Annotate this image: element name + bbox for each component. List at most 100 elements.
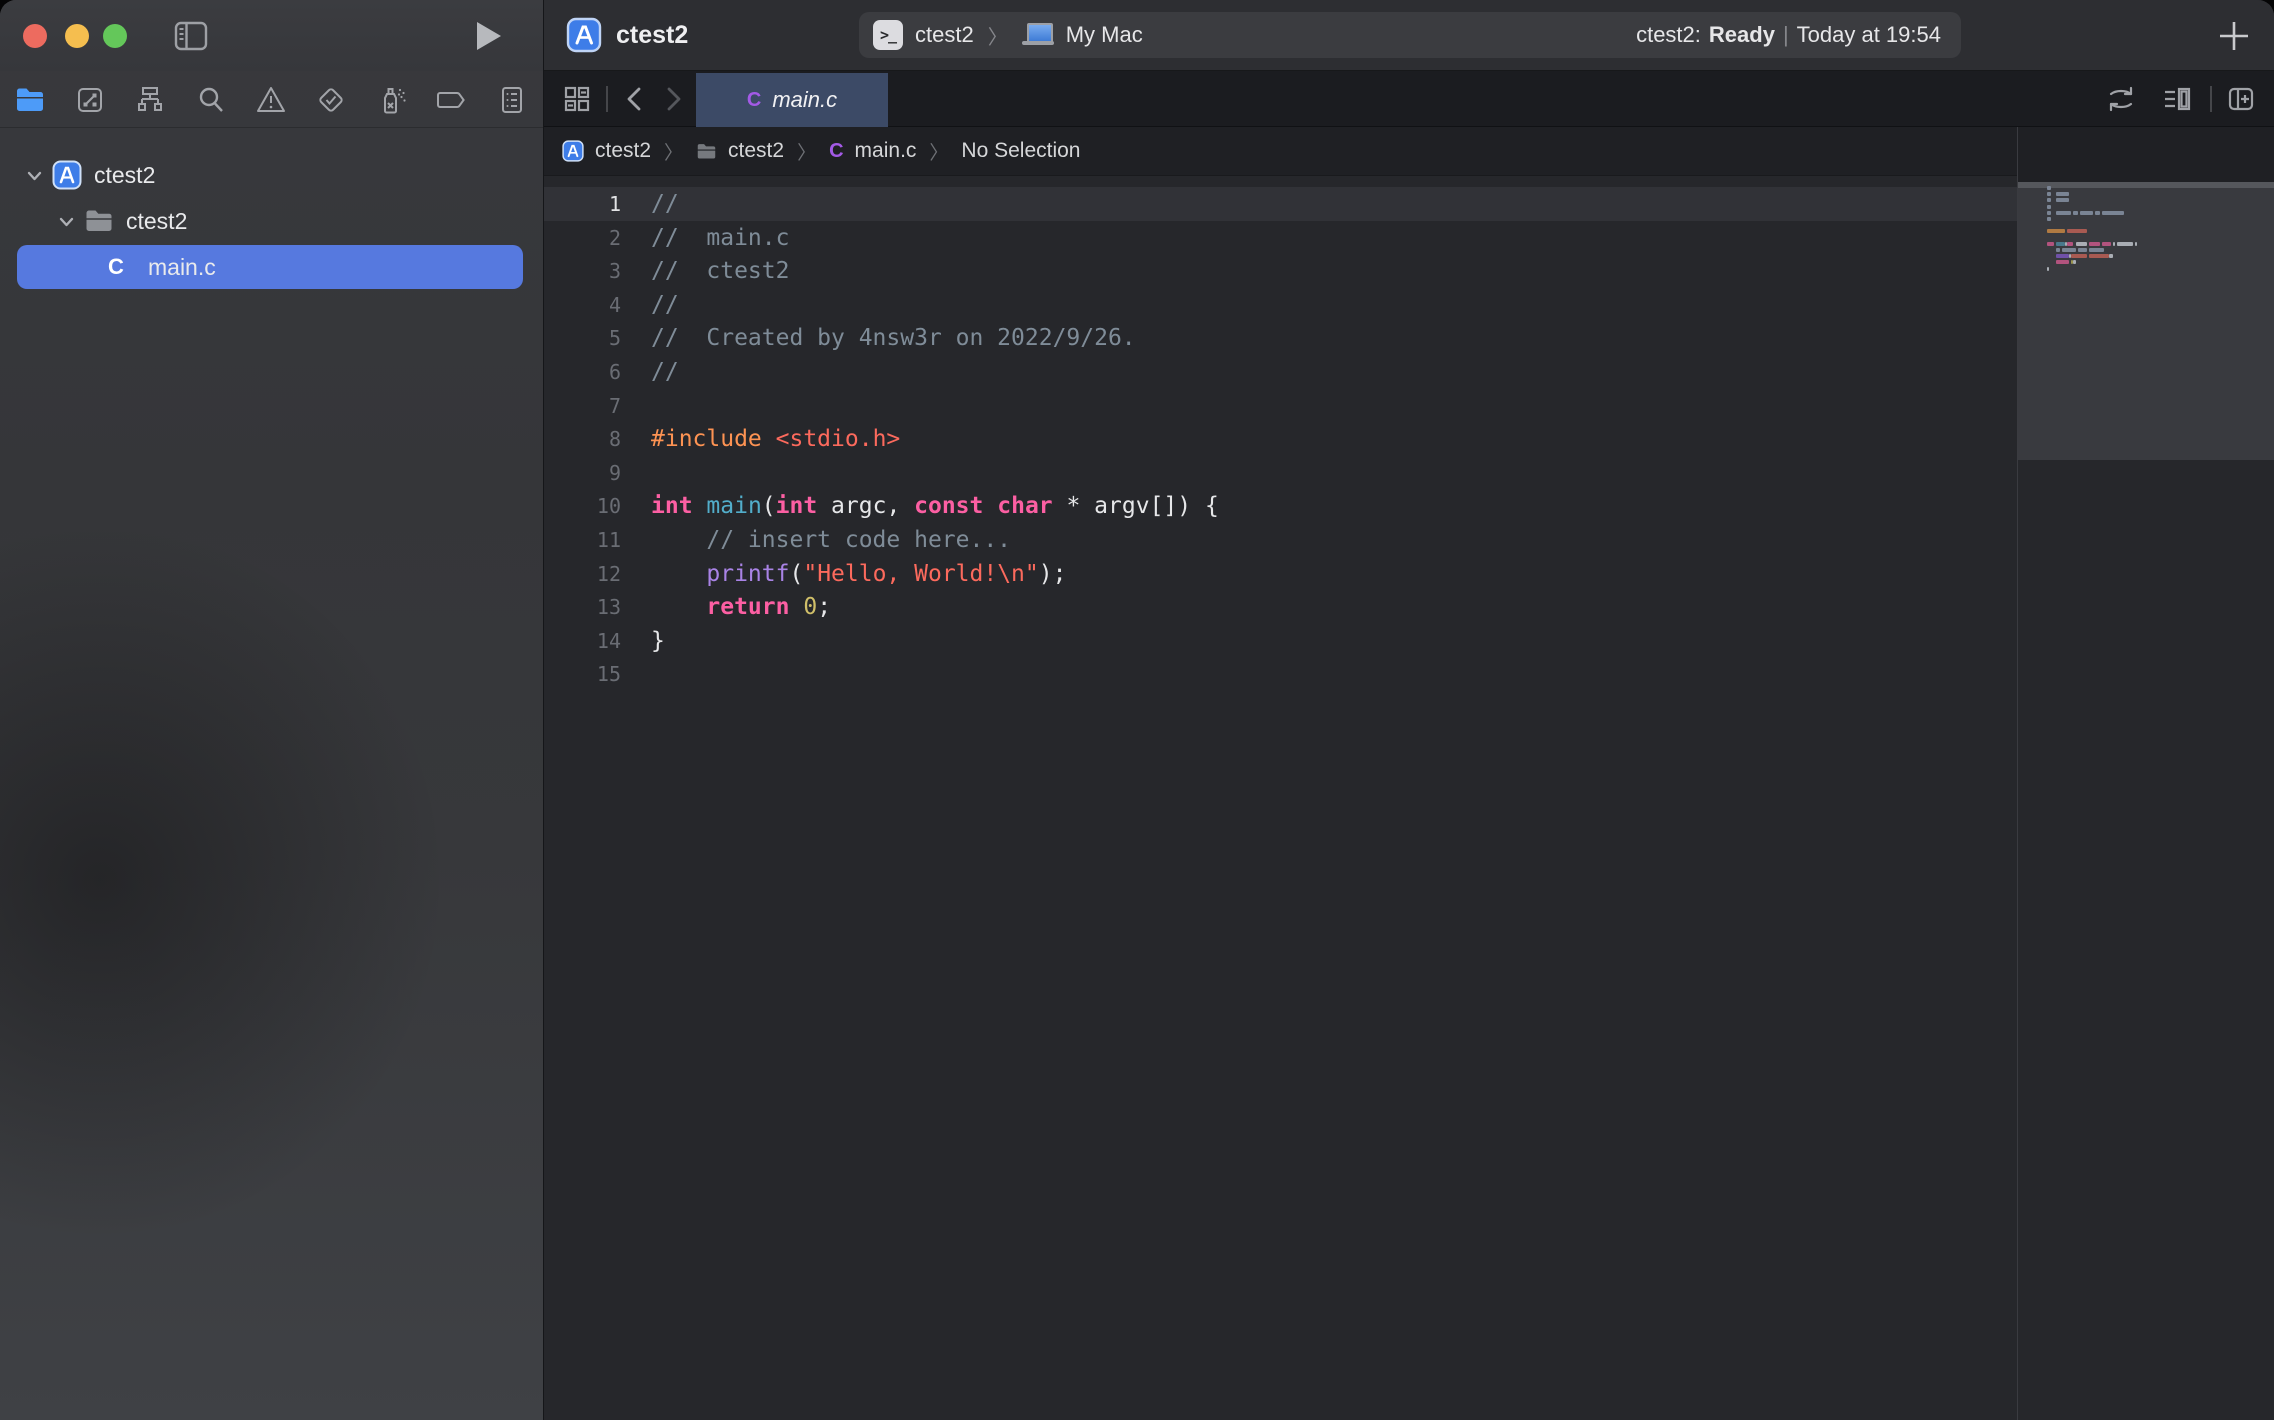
tree-row-ctest2[interactable]: ctest2 (0, 152, 543, 198)
code-line-15[interactable]: 15 (544, 657, 2017, 691)
related-items-icon[interactable] (562, 84, 592, 114)
token-num: 0 (803, 594, 817, 620)
minimap-line-10 (2135, 242, 2137, 246)
code-text: // insert code here... (651, 523, 1011, 557)
navigator-debug-icon[interactable] (375, 84, 407, 116)
code-text: // (651, 187, 679, 221)
code-line-4[interactable]: 4 // (544, 288, 2017, 322)
back-button[interactable] (620, 84, 650, 114)
code-line-5[interactable]: 5// Created by 4nsw3r on 2022/9/26. (544, 321, 2017, 355)
minimap-line-10 (2102, 242, 2111, 246)
token-comment: // insert code here... (706, 527, 1011, 553)
folder-icon (696, 141, 717, 162)
minimap-line-13 (2073, 260, 2075, 264)
navigator-project-icon[interactable] (14, 84, 46, 116)
minimap-current-line-indicator (2018, 182, 2274, 188)
code-line-13[interactable]: 13 return 0; (544, 590, 2017, 624)
disclosure-chevron-icon[interactable] (58, 213, 75, 230)
token-plain: ; (817, 594, 831, 620)
code-line-9[interactable]: 9 (544, 456, 2017, 490)
minimap[interactable] (2017, 127, 2274, 1420)
line-number: 15 (544, 657, 621, 691)
navigator-find-icon[interactable] (195, 84, 227, 116)
scheme-name[interactable]: ctest2 (915, 22, 974, 48)
jump-bar: ctest2〉ctest2〉Cmain.c〉No Selection (544, 127, 2017, 176)
source-editor[interactable]: 1//2// main.c3// ctest24//5// Created by… (544, 176, 2017, 1420)
line-number: 5 (544, 321, 621, 355)
c-file-icon: C (747, 89, 761, 112)
navigator-report-icon[interactable] (496, 84, 528, 116)
add-editor-icon[interactable] (2226, 84, 2256, 114)
breadcrumb-separator-icon: 〉 (664, 138, 683, 165)
code-line-1[interactable]: 1// (544, 187, 2017, 221)
minimap-line-13 (2056, 260, 2069, 264)
tree-row-main.c[interactable]: Cmain.c (0, 244, 543, 290)
minimap-line-11 (2056, 248, 2060, 252)
folder-icon (84, 206, 114, 236)
code-line-11[interactable]: 11 // insert code here... (544, 523, 2017, 557)
line-number: 9 (544, 456, 621, 490)
code-text: // main.c (651, 221, 789, 255)
toggle-sidebar-icon[interactable] (169, 14, 213, 58)
scheme-selector[interactable]: >_ ctest2 〉 My Mac (873, 12, 1143, 58)
code-line-2[interactable]: 2// main.c (544, 221, 2017, 255)
breadcrumb-item[interactable]: ctest2 (728, 139, 784, 163)
breadcrumb-item[interactable]: ctest2 (595, 139, 651, 163)
code-line-14[interactable]: 14} (544, 624, 2017, 658)
tab-main-c[interactable]: C main.c (696, 73, 888, 127)
code-line-10[interactable]: 10int main(int argc, const char * argv[]… (544, 489, 2017, 523)
code-line-8[interactable]: 8 #include <stdio.h> (544, 422, 2017, 456)
code-line-3[interactable]: 3// ctest2 (544, 254, 2017, 288)
tree-row-ctest2[interactable]: ctest2 (0, 198, 543, 244)
xcode-project-icon (566, 17, 602, 53)
sidebar-titlebar (0, 0, 543, 71)
token-plain: ( (789, 561, 803, 587)
token-prep: #include (651, 426, 762, 452)
line-number: 8 (544, 422, 621, 456)
minimap-line-1 (2047, 186, 2051, 190)
disclosure-chevron-icon[interactable] (26, 167, 43, 184)
status-state: Ready (1709, 22, 1775, 48)
navigator-breakpoint-icon[interactable] (435, 84, 467, 116)
library-add-button[interactable] (2212, 14, 2256, 58)
code-review-icon[interactable] (2106, 84, 2136, 114)
code-text: // (651, 288, 679, 322)
navigator-symbol-icon[interactable] (134, 84, 166, 116)
activity-status[interactable]: ctest2: Ready | Today at 19:54 (1636, 12, 1941, 58)
breadcrumb-item[interactable]: No Selection (961, 139, 1080, 163)
code-line-12[interactable]: 12 printf("Hello, World!\n"); (544, 557, 2017, 591)
minimap-line-5 (2056, 211, 2071, 215)
zoom-button[interactable] (103, 24, 127, 48)
line-number: 4 (544, 288, 621, 322)
code-line-6[interactable]: 6// (544, 355, 2017, 389)
line-number: 10 (544, 489, 621, 523)
editor-options-icon[interactable] (2162, 84, 2192, 114)
minimap-line-10 (2117, 242, 2132, 246)
minimap-line-3 (2047, 198, 2051, 202)
code-text: #include <stdio.h> (651, 422, 900, 456)
tree-item-label: ctest2 (126, 198, 187, 244)
navigator-issue-icon[interactable] (255, 84, 287, 116)
token-string: "Hello, World!\n" (803, 561, 1038, 587)
destination-name[interactable]: My Mac (1066, 22, 1143, 48)
minimap-visible-region[interactable] (2018, 182, 2274, 460)
forward-button[interactable] (658, 84, 688, 114)
tree-item-label: ctest2 (94, 152, 155, 198)
token-kw: char (997, 493, 1052, 519)
minimap-line-5 (2095, 211, 2099, 215)
close-button[interactable] (23, 24, 47, 48)
navigator-source-control-icon[interactable] (74, 84, 106, 116)
chevron-separator-icon: 〉 (988, 21, 1008, 50)
line-number: 12 (544, 557, 621, 591)
navigator-test-icon[interactable] (315, 84, 347, 116)
code-line-7[interactable]: 7 (544, 389, 2017, 423)
editor-content: ctest2〉ctest2〉Cmain.c〉No Selection 1//2/… (544, 127, 2274, 1420)
breadcrumb-item[interactable]: main.c (855, 139, 917, 163)
minimap-line-12 (2109, 254, 2113, 258)
project-navigator-tree: ctest2ctest2Cmain.c (0, 132, 543, 1420)
minimize-button[interactable] (65, 24, 89, 48)
tree-selection-highlight (17, 245, 523, 289)
token-func: main (706, 493, 761, 519)
token-comment: // main.c (651, 225, 789, 251)
run-button[interactable] (464, 14, 508, 58)
